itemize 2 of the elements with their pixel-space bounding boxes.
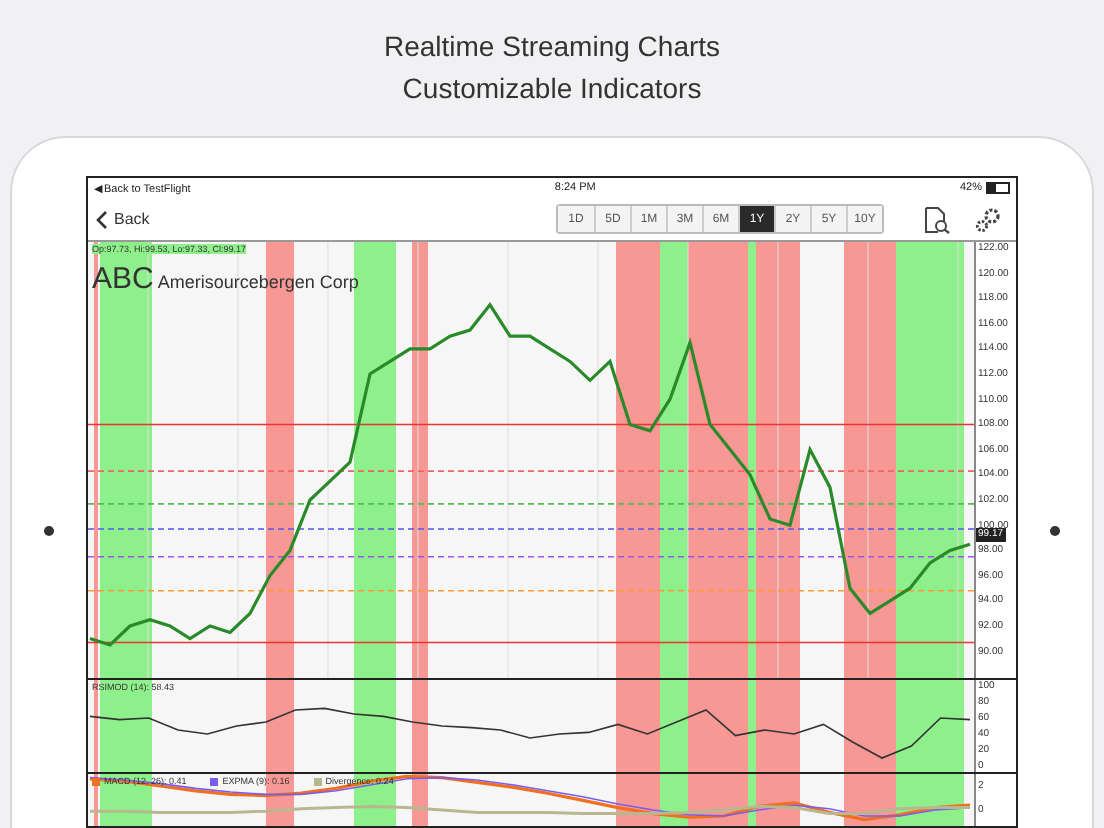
headline-text: Realtime Streaming Charts bbox=[381, 28, 723, 66]
headline-text: Customizable Indicators bbox=[400, 70, 704, 108]
